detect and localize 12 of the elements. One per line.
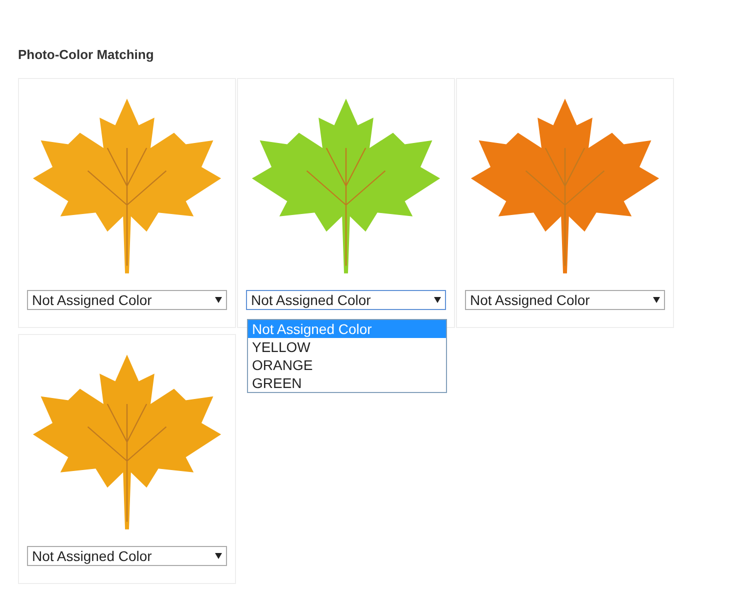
caret-icon [215, 297, 222, 303]
caret-icon [434, 297, 441, 303]
color-dropdown[interactable]: Not Assigned Color [246, 290, 446, 310]
caret-icon [215, 553, 222, 559]
dropdown-option[interactable]: ORANGE [248, 356, 446, 374]
section-title: Photo-Color Matching [18, 46, 154, 64]
color-dropdown[interactable]: Not Assigned Color [27, 546, 227, 566]
dropdown-option[interactable]: GREEN [248, 374, 446, 392]
caret-icon [653, 297, 660, 303]
color-dropdown[interactable]: Not Assigned Color [465, 290, 665, 310]
dropdown-option[interactable]: YELLOW [248, 338, 446, 356]
color-dropdown[interactable]: Not Assigned Color [27, 290, 227, 310]
